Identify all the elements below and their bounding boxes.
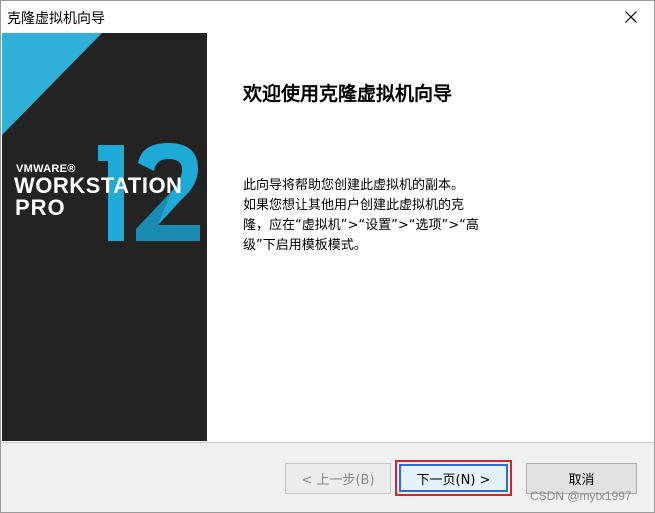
description-line: 级”下启用模板模式。 (243, 238, 367, 253)
wizard-description: 此向导将帮助您创建此虚拟机的副本。 如果您想让其他用户创建此虚拟机的克 隆，应在… (243, 176, 505, 256)
clone-vm-wizard-window: 克隆虚拟机向导 VMWARE® WORKSTATION PRO 欢迎使用克隆虚拟… (0, 0, 655, 513)
close-icon (625, 10, 637, 23)
next-button[interactable]: 下一页(N) > (399, 464, 508, 492)
description-line: 此向导将帮助您创建此虚拟机的副本。 (243, 178, 465, 193)
description-line: 隆，应在“虚拟机”>“设置”>“选项”>“高 (243, 218, 479, 233)
close-button[interactable] (608, 1, 654, 32)
description-line: 如果您想让其他用户创建此虚拟机的克 (243, 198, 465, 213)
title-bar: 克隆虚拟机向导 (1, 1, 654, 32)
vmware-banner: VMWARE® WORKSTATION PRO (2, 33, 207, 441)
window-title: 克隆虚拟机向导 (7, 11, 105, 27)
previous-button[interactable]: < 上一步(B) (285, 463, 391, 494)
watermark: CSDN @mytx1997 (530, 489, 632, 503)
wizard-heading: 欢迎使用克隆虚拟机向导 (243, 83, 453, 105)
brand-pro: PRO (15, 195, 66, 220)
